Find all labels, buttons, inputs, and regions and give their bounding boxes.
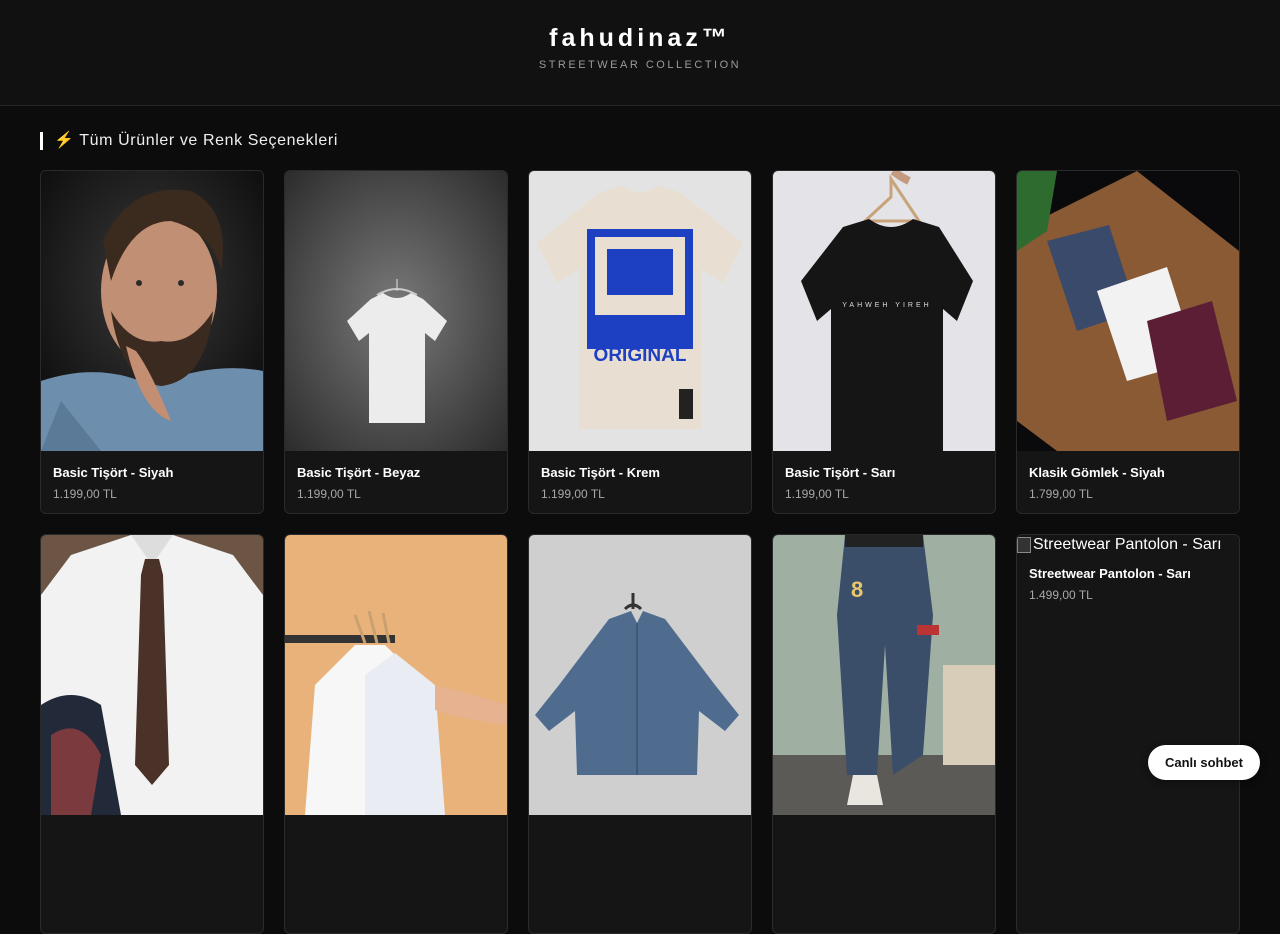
product-image[interactable]	[41, 171, 263, 451]
product-name[interactable]: Basic Tişört - Siyah	[53, 465, 251, 480]
product-card[interactable]: Streetwear Pantolon - Sarı Streetwear Pa…	[1016, 534, 1240, 934]
product-image[interactable]: YAHWEH YIREH	[773, 171, 995, 451]
product-name[interactable]: Basic Tişört - Sarı	[785, 465, 983, 480]
product-image[interactable]: ORIGINAL	[529, 171, 751, 451]
product-card[interactable]: 8	[772, 534, 996, 934]
product-card[interactable]: Basic Tişört - Beyaz 1.199,00 TL	[284, 170, 508, 514]
product-card[interactable]	[40, 534, 264, 934]
product-name[interactable]: Klasik Gömlek - Siyah	[1029, 465, 1227, 480]
svg-text:8: 8	[851, 577, 863, 602]
broken-image-alt: Streetwear Pantolon - Sarı	[1033, 536, 1222, 553]
product-grid: Basic Tişört - Siyah 1.199,00 TL Basic T…	[40, 170, 1240, 934]
brand-tagline: STREETWEAR COLLECTION	[538, 59, 742, 71]
brand-logo[interactable]: fahudinaz™	[0, 0, 1280, 53]
product-card[interactable]	[284, 534, 508, 934]
product-card[interactable]	[528, 534, 752, 934]
product-image[interactable]	[285, 535, 507, 815]
product-price: 1.499,00 TL	[1029, 588, 1093, 602]
broken-image[interactable]: Streetwear Pantolon - Sarı	[1017, 535, 1239, 554]
product-image[interactable]	[285, 171, 507, 451]
product-price: 1.199,00 TL	[297, 487, 361, 501]
product-image[interactable]	[529, 535, 751, 815]
product-card[interactable]: YAHWEH YIREH Basic Tişört - Sarı 1.199,0…	[772, 170, 996, 514]
product-image[interactable]	[1017, 171, 1239, 451]
broken-image-icon	[1017, 537, 1031, 553]
product-card[interactable]: Basic Tişört - Siyah 1.199,00 TL	[40, 170, 264, 514]
product-card[interactable]: ORIGINAL Basic Tişört - Krem 1.199,00 TL	[528, 170, 752, 514]
product-price: 1.799,00 TL	[1029, 487, 1093, 501]
product-image[interactable]: 8	[773, 535, 995, 815]
product-price: 1.199,00 TL	[53, 487, 117, 501]
product-image[interactable]	[41, 535, 263, 815]
product-name[interactable]: Basic Tişört - Krem	[541, 465, 739, 480]
svg-text:ORIGINAL: ORIGINAL	[594, 345, 687, 366]
product-price: 1.199,00 TL	[541, 487, 605, 501]
section-title: ⚡ Tüm Ürünler ve Renk Seçenekleri	[40, 132, 338, 150]
product-name[interactable]: Basic Tişört - Beyaz	[297, 465, 495, 480]
product-name[interactable]: Streetwear Pantolon - Sarı	[1029, 566, 1227, 581]
product-card[interactable]: Klasik Gömlek - Siyah 1.799,00 TL	[1016, 170, 1240, 514]
product-price: 1.199,00 TL	[785, 487, 849, 501]
site-header: fahudinaz™ STREETWEAR COLLECTION	[0, 0, 1280, 106]
svg-text:YAHWEH YIREH: YAHWEH YIREH	[842, 302, 931, 309]
live-chat-button[interactable]: Canlı sohbet	[1148, 745, 1260, 780]
